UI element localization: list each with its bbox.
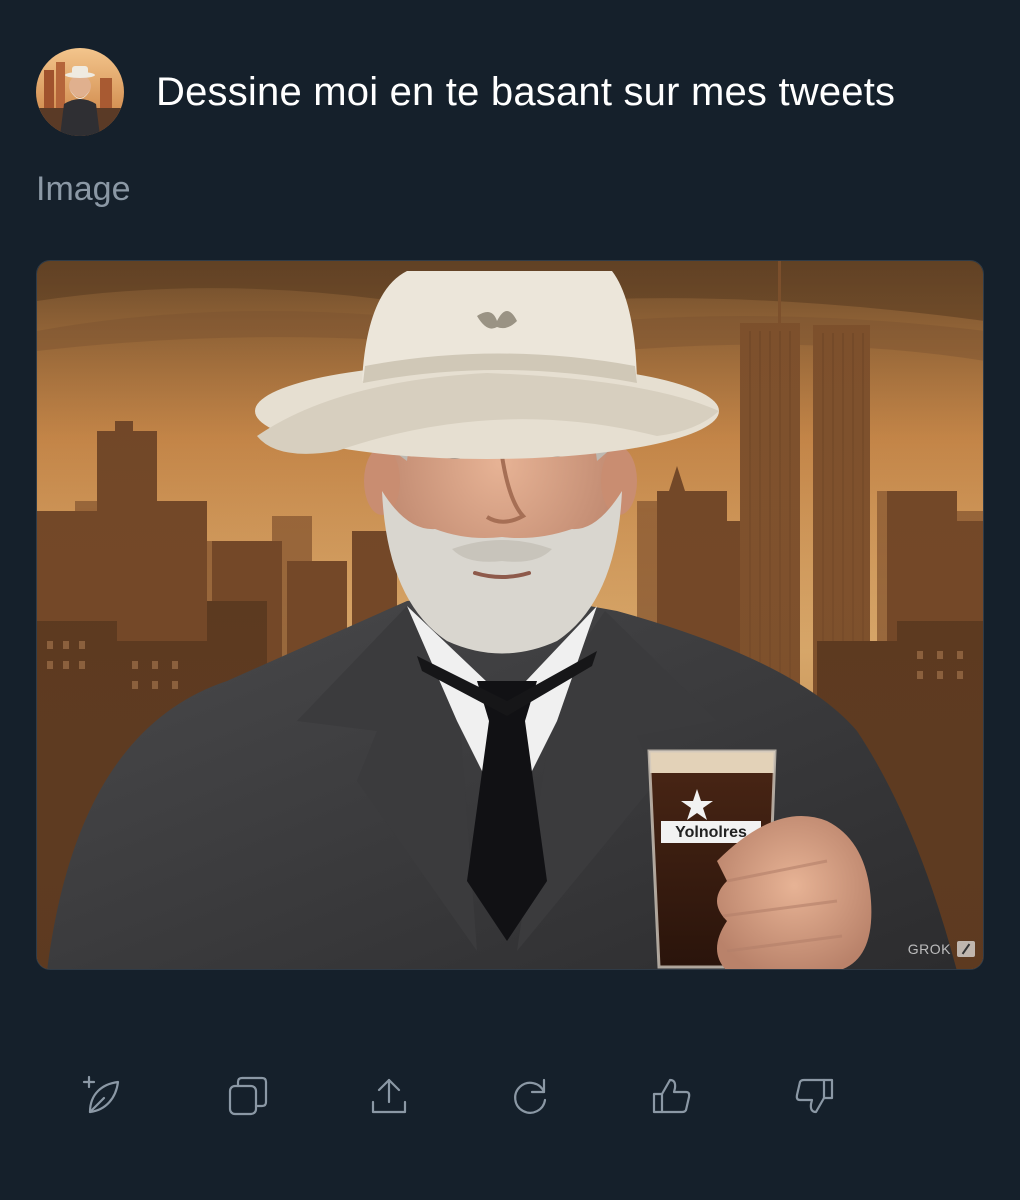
- image-section-label: Image: [36, 170, 131, 208]
- thumbs-up-icon: [652, 1078, 691, 1114]
- new-image-button[interactable]: [72, 1066, 132, 1126]
- prompt-header: Dessine moi en te basant sur mes tweets: [36, 48, 895, 136]
- avatar[interactable]: [36, 48, 124, 136]
- copy-icon: [228, 1076, 268, 1116]
- regenerate-button[interactable]: [500, 1066, 560, 1126]
- generated-image[interactable]: Yolnolres GROK: [36, 260, 984, 970]
- generated-image-illustration: Yolnolres: [37, 261, 983, 969]
- thumbs-up-button[interactable]: [642, 1066, 702, 1126]
- watermark-pen-icon: [957, 941, 975, 957]
- thumbs-down-button[interactable]: [784, 1066, 844, 1126]
- glass-label-text: Yolnolres: [675, 824, 747, 841]
- action-bar: [0, 1066, 1020, 1126]
- thumbs-down-icon: [795, 1078, 834, 1114]
- regenerate-icon: [514, 1078, 547, 1114]
- new-image-icon: [82, 1075, 120, 1114]
- watermark-text: GROK: [907, 941, 951, 957]
- share-icon: [371, 1078, 407, 1114]
- grok-watermark: GROK: [908, 941, 975, 957]
- copy-button[interactable]: [218, 1066, 278, 1126]
- prompt-text: Dessine moi en te basant sur mes tweets: [156, 69, 896, 114]
- grok-image-response: Dessine moi en te basant sur mes tweets …: [0, 0, 1020, 1200]
- share-button[interactable]: [359, 1066, 419, 1126]
